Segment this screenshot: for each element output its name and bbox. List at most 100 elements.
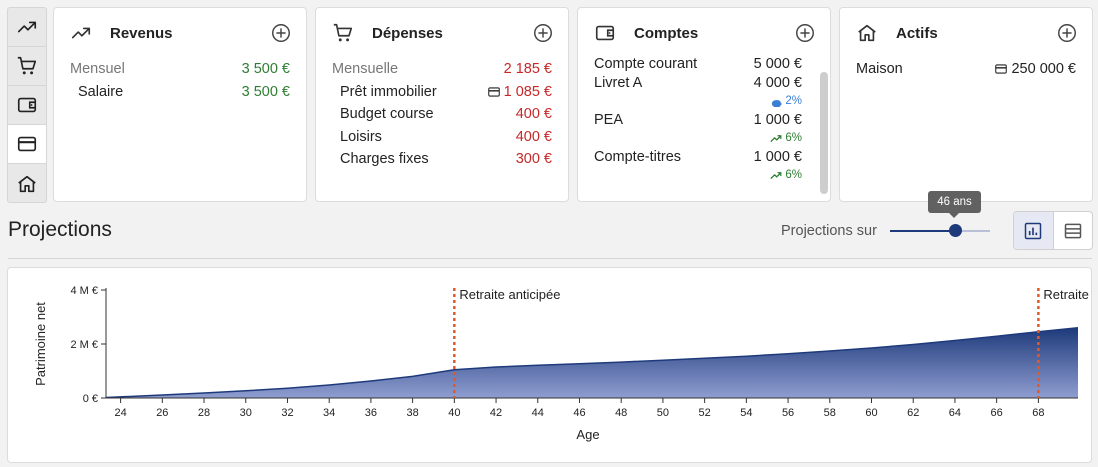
compte-rate: 6%: [785, 169, 802, 181]
depenses-group-label: Mensuelle: [332, 61, 399, 78]
depense-row[interactable]: Prêt immobilier 1 085 €: [332, 81, 552, 104]
slider-tooltip: 46 ans: [928, 191, 981, 218]
x-tick-label: 30: [240, 407, 252, 419]
wallet-icon: [595, 25, 615, 41]
x-tick-label: 62: [907, 407, 919, 419]
rail-button-credit-card[interactable]: [8, 125, 46, 164]
revenus-group-row: Mensuel 3 500 €: [70, 58, 290, 81]
x-tick-label: 60: [865, 407, 877, 419]
depense-label: Charges fixes: [340, 151, 429, 168]
projections-title: Projections: [8, 218, 112, 241]
y-tick-label: 0 €: [83, 393, 98, 405]
x-tick-label: 28: [198, 407, 210, 419]
section-nav-rail: [7, 7, 47, 203]
trending-up-icon: [71, 27, 91, 39]
revenu-row[interactable]: Salaire 3 500 €: [70, 81, 290, 104]
compte-amount: 5 000 €: [753, 56, 802, 72]
compte-rate: 6%: [785, 132, 802, 144]
depenses-title: Dépenses: [372, 24, 443, 42]
x-axis-title: Age: [576, 427, 599, 442]
compte-amount: 1 000 €: [753, 149, 802, 165]
compte-label: Livret A: [594, 75, 643, 91]
rail-button-trending-up[interactable]: [8, 8, 46, 47]
bar-chart-icon: [1025, 222, 1042, 239]
revenus-group-label: Mensuel: [70, 61, 125, 78]
depense-row[interactable]: Loisirs 400 €: [332, 126, 552, 149]
actif-label: Maison: [856, 61, 903, 78]
projections-slider[interactable]: [890, 224, 990, 237]
x-tick-label: 66: [991, 407, 1003, 419]
depenses-group-amount: 2 185 €: [503, 61, 552, 78]
credit-card-icon: [17, 136, 37, 152]
y-tick-label: 2 M €: [70, 339, 98, 351]
projections-divider: [8, 258, 1092, 259]
x-tick-label: 34: [323, 407, 335, 419]
actif-row[interactable]: Maison 250 000 €: [856, 58, 1076, 81]
home-icon: [858, 24, 876, 42]
slider-fill: [890, 230, 955, 232]
x-tick-label: 38: [406, 407, 418, 419]
rail-button-wallet[interactable]: [8, 86, 46, 125]
revenus-group-amount: 3 500 €: [241, 61, 290, 78]
cart-icon: [17, 56, 37, 75]
revenu-label: Salaire: [78, 83, 124, 100]
depense-label: Prêt immobilier: [340, 83, 437, 100]
comptes-title: Comptes: [634, 24, 699, 42]
x-tick-label: 26: [156, 407, 168, 419]
depense-amount: 400 €: [515, 128, 552, 145]
x-tick-label: 56: [782, 407, 794, 419]
comptes-list[interactable]: Compte courant 5 000 € Livret A 4 000 € 2% PE…: [578, 56, 830, 196]
projection-chart: 0 € 2 M € 4 M € 24 26 28 30 32 34 36 38 40 42 44 46 48 5…: [33, 285, 1089, 442]
depense-label: Budget course: [340, 106, 434, 123]
x-tick-label: 52: [699, 407, 711, 419]
depense-amount: 400 €: [515, 106, 552, 123]
revenu-amount: 3 500 €: [241, 83, 290, 100]
add-depense-button[interactable]: [532, 22, 554, 44]
credit-card-icon: [995, 64, 1008, 74]
comptes-scrollbar[interactable]: [820, 72, 828, 194]
depense-amount: 300 €: [515, 151, 552, 168]
add-actif-button[interactable]: [1056, 22, 1078, 44]
table-icon: [1064, 223, 1081, 238]
depenses-card: Dépenses Mensuelle 2 185 € Prêt immobili…: [315, 7, 569, 202]
compte-item[interactable]: Livret A 4 000 € 2%: [594, 75, 818, 109]
depense-amount: 1 085 €: [503, 83, 552, 100]
x-tick-label: 58: [824, 407, 836, 419]
actifs-card: Actifs Maison 250 000 €: [839, 7, 1093, 202]
table-view-button[interactable]: [1054, 212, 1093, 249]
compte-amount: 1 000 €: [753, 112, 802, 128]
x-tick-label: 64: [949, 407, 961, 419]
rail-button-home[interactable]: [8, 164, 46, 202]
x-tick-label: 46: [573, 407, 585, 419]
x-tick-label: 24: [114, 407, 126, 419]
depense-row[interactable]: Charges fixes 300 €: [332, 148, 552, 171]
view-mode-toggle: [1013, 211, 1093, 250]
actif-amount: 250 000 €: [1011, 61, 1076, 78]
x-tick-label: 32: [281, 407, 293, 419]
depense-label: Loisirs: [340, 128, 382, 145]
wallet-icon: [17, 97, 37, 113]
chart-view-button[interactable]: [1014, 212, 1054, 249]
home-icon: [18, 175, 36, 192]
depense-row[interactable]: Budget course 400 €: [332, 103, 552, 126]
rail-button-cart[interactable]: [8, 47, 46, 86]
add-compte-button[interactable]: [794, 22, 816, 44]
revenus-card: Revenus Mensuel 3 500 € Salaire 3 500 €: [53, 7, 307, 202]
x-tick-label: 68: [1032, 407, 1044, 419]
depenses-group-row: Mensuelle 2 185 €: [332, 58, 552, 81]
compte-item[interactable]: Compte-titres 1 000 € 6%: [594, 149, 818, 183]
add-revenu-button[interactable]: [270, 22, 292, 44]
compte-item[interactable]: Compte courant 5 000 €: [594, 56, 818, 72]
piggy-bank-icon: [772, 99, 782, 107]
credit-card-icon: [487, 87, 500, 97]
x-tick-label: 44: [532, 407, 544, 419]
trending-up-icon: [770, 134, 782, 142]
x-tick-label: 40: [448, 407, 460, 419]
compte-rate: 2%: [785, 95, 802, 107]
slider-thumb[interactable]: [949, 224, 962, 237]
revenus-title: Revenus: [110, 24, 173, 42]
compte-amount: 4 000 €: [753, 75, 802, 91]
annotation-label: Retraite: [1043, 287, 1089, 302]
compte-item[interactable]: PEA 1 000 € 6%: [594, 112, 818, 146]
compte-label: Compte courant: [594, 56, 698, 72]
